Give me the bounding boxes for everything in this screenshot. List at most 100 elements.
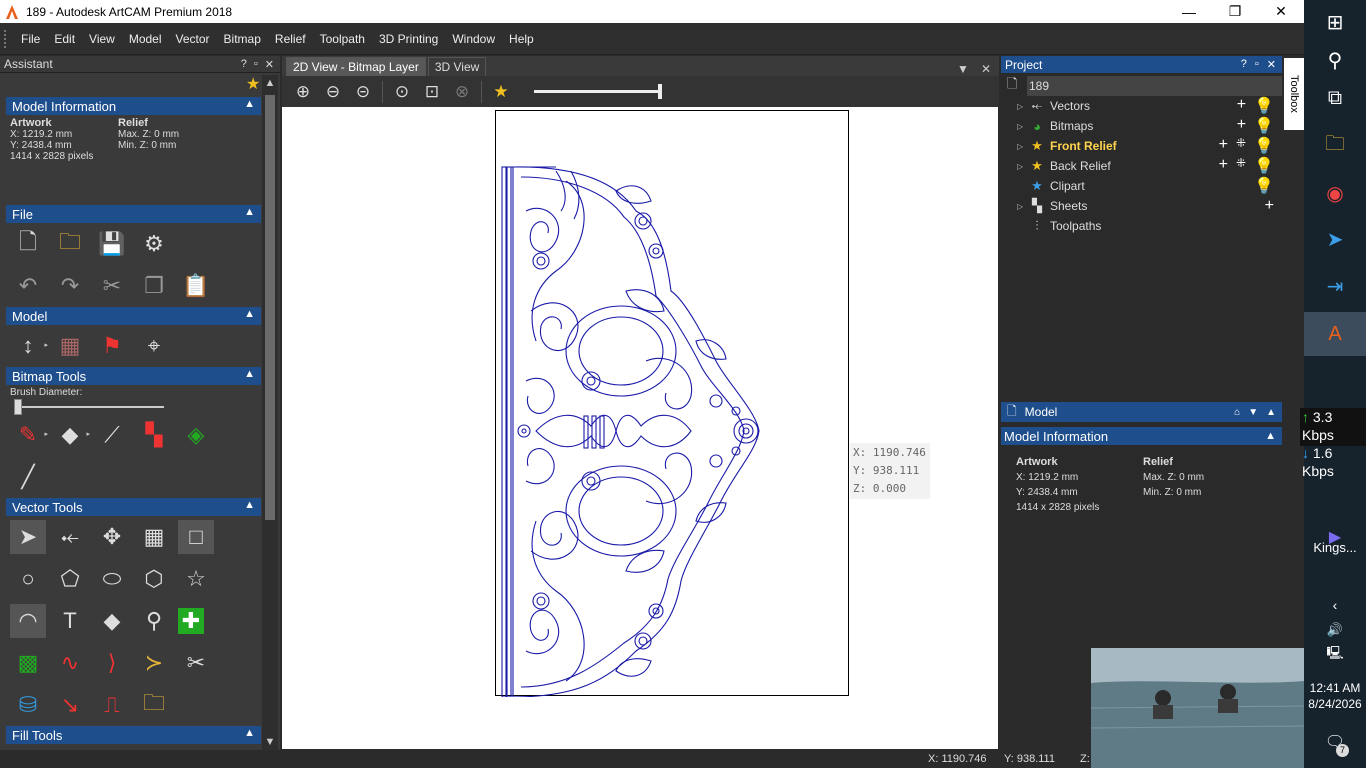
paste-icon[interactable]: 📋	[178, 269, 214, 303]
expand-icon[interactable]: ▷	[1017, 162, 1023, 171]
zoom-1-to-1-icon[interactable]: ⊙	[391, 81, 413, 103]
collapse-icon[interactable]: ▲	[244, 368, 255, 380]
settings-gear-icon[interactable]: ⚙	[136, 227, 172, 261]
collapse-icon[interactable]: ▲	[1265, 430, 1276, 442]
model-information-header[interactable]: Model Information ▲	[6, 97, 261, 115]
collapse-icon[interactable]: ▲	[244, 98, 255, 110]
add-icon[interactable]: +	[1265, 197, 1274, 215]
add-icon[interactable]: +	[1219, 136, 1228, 156]
center-model-icon[interactable]: ⌖	[136, 329, 172, 363]
expand-icon[interactable]: ▷	[1017, 202, 1023, 211]
brush-diameter-slider[interactable]	[14, 399, 164, 415]
home-icon[interactable]: ⌂	[1234, 407, 1240, 418]
slider-knob[interactable]	[658, 84, 662, 99]
assistant-scrollbar[interactable]: ▲ ▼	[262, 75, 278, 750]
color-palette-icon[interactable]: ▦	[52, 329, 88, 363]
eyedropper-icon[interactable]: ⟋	[94, 418, 130, 452]
maximize-button[interactable]: ❐	[1212, 0, 1258, 23]
add-icon[interactable]: +	[1219, 156, 1228, 176]
node-edit-icon[interactable]: ⤝	[52, 520, 88, 554]
grid-icon[interactable]: ⁜	[1236, 136, 1246, 156]
system-clock[interactable]: 12:41 AM 8/24/2026	[1304, 680, 1366, 712]
scroll-thumb[interactable]	[265, 95, 275, 520]
help-icon[interactable]: ?	[241, 58, 247, 71]
mirror-icon[interactable]: ⎍	[94, 688, 130, 722]
add-color-icon[interactable]: ▚	[136, 418, 172, 452]
menu-edit[interactable]: Edit	[47, 32, 82, 46]
visibility-bulb-icon[interactable]: 💡	[1254, 156, 1274, 176]
slider-knob[interactable]	[14, 399, 22, 415]
artcam-taskbar-icon[interactable]: A	[1304, 312, 1366, 356]
visibility-bulb-icon[interactable]: 💡	[1254, 136, 1274, 156]
toolbar-grip[interactable]	[4, 29, 8, 48]
offset-icon[interactable]: ∿	[52, 646, 88, 680]
video-overlay[interactable]	[1091, 648, 1304, 768]
transform-icon[interactable]: ✥	[94, 520, 130, 554]
scroll-up-icon[interactable]: ▲	[262, 75, 278, 91]
tab-list-icon[interactable]: ▼	[957, 62, 969, 76]
warp-grid-icon[interactable]: ▦	[136, 520, 172, 554]
tree-item-vectors[interactable]: ▷ ⤝ Vectors + 💡	[1001, 96, 1282, 116]
menu-relief[interactable]: Relief	[268, 32, 313, 46]
fill-tools-header[interactable]: Fill Tools ▲	[6, 726, 261, 744]
model-size-icon[interactable]: ↕ ▸	[10, 329, 49, 363]
task-view-icon[interactable]: ⧉	[1304, 76, 1366, 120]
model-panel-tab[interactable]: 🗋 Model ⌂ ▼ ▲	[1001, 402, 1282, 422]
add-icon[interactable]: +	[1237, 116, 1246, 136]
zoom-out-icon[interactable]: ⊖	[322, 81, 344, 103]
grid-icon[interactable]: ⁜	[1236, 156, 1246, 176]
smooth-icon[interactable]: ↘	[52, 688, 88, 722]
vector-grid-icon[interactable]: ▩	[10, 646, 46, 680]
menu-model[interactable]: Model	[122, 32, 169, 46]
new-file-icon[interactable]: 🗋	[10, 227, 46, 261]
close-document-icon[interactable]: ✕	[981, 62, 991, 76]
scissors-icon[interactable]: ✂	[178, 646, 214, 680]
network-icon[interactable]: 🖳	[1304, 640, 1366, 670]
tree-item-front-relief[interactable]: ▷ ★ Front Relief + ⁜ 💡	[1001, 136, 1282, 156]
undo-icon[interactable]: ↶	[10, 269, 46, 303]
zoom-in-icon[interactable]: ⊕	[292, 81, 314, 103]
collapse-icon[interactable]: ▲	[244, 727, 255, 739]
pencil-icon[interactable]: ✎ ▸	[10, 418, 48, 452]
lighting-lamp-icon[interactable]: ⚑	[94, 329, 130, 363]
notifications-icon[interactable]: 🗨	[1304, 724, 1366, 760]
close-icon[interactable]: ✕	[265, 58, 274, 71]
visibility-bulb-icon[interactable]: 💡	[1254, 116, 1274, 136]
drawing-canvas[interactable]: X: 1190.746 Y: 938.111 Z: 0.000	[282, 107, 998, 749]
collapse-icon[interactable]: ▲	[244, 206, 255, 218]
add-icon[interactable]: +	[1237, 96, 1246, 116]
draw-line-icon[interactable]: ╱	[10, 460, 46, 494]
bitmap-to-vector-icon[interactable]: ◈	[178, 418, 214, 452]
star-shape-icon[interactable]: ☆	[178, 562, 214, 596]
visibility-bulb-icon[interactable]: 💡	[1254, 96, 1274, 116]
project-root[interactable]: 🗋 189	[1007, 76, 1282, 96]
menu-3d-printing[interactable]: 3D Printing	[372, 32, 445, 46]
chrome-icon[interactable]: ◉	[1304, 171, 1366, 215]
expand-icon[interactable]: ▷	[1017, 122, 1023, 131]
menu-view[interactable]: View	[82, 32, 122, 46]
dropdown-icon[interactable]: ▼	[1248, 407, 1258, 418]
arc-icon[interactable]: ◠	[10, 604, 46, 638]
close-button[interactable]: ✕	[1258, 0, 1304, 23]
file-section-header[interactable]: File ▲	[6, 205, 261, 223]
collapse-icon[interactable]: ▲	[244, 308, 255, 320]
menu-bitmap[interactable]: Bitmap	[217, 32, 268, 46]
fill-bucket-icon[interactable]: ◆	[94, 604, 130, 638]
toolbox-tab[interactable]: Toolbox	[1284, 58, 1304, 130]
fillet-icon[interactable]: ≻	[136, 646, 172, 680]
pin-icon[interactable]: ▫	[254, 58, 258, 71]
menu-toolpath[interactable]: Toolpath	[313, 32, 372, 46]
tree-item-clipart[interactable]: ★ Clipart 💡	[1001, 176, 1282, 196]
scroll-down-icon[interactable]: ▼	[262, 734, 278, 750]
circle-icon[interactable]: ○	[10, 562, 46, 596]
vector-tools-header[interactable]: Vector Tools ▲	[6, 498, 261, 516]
tree-item-bitmaps[interactable]: ▷ ◕ Bitmaps + 💡	[1001, 116, 1282, 136]
select-pointer-icon[interactable]: ➤	[10, 520, 46, 554]
menu-help[interactable]: Help	[502, 32, 541, 46]
folder-star-icon[interactable]: 🗀	[136, 688, 172, 722]
kings-app-label[interactable]: Kings...	[1304, 540, 1366, 555]
pin-icon[interactable]: ▫	[1255, 58, 1259, 71]
trim-icon[interactable]: ⟩	[94, 646, 130, 680]
polyline-icon[interactable]: ⬠	[52, 562, 88, 596]
expand-icon[interactable]: ▷	[1017, 142, 1023, 151]
